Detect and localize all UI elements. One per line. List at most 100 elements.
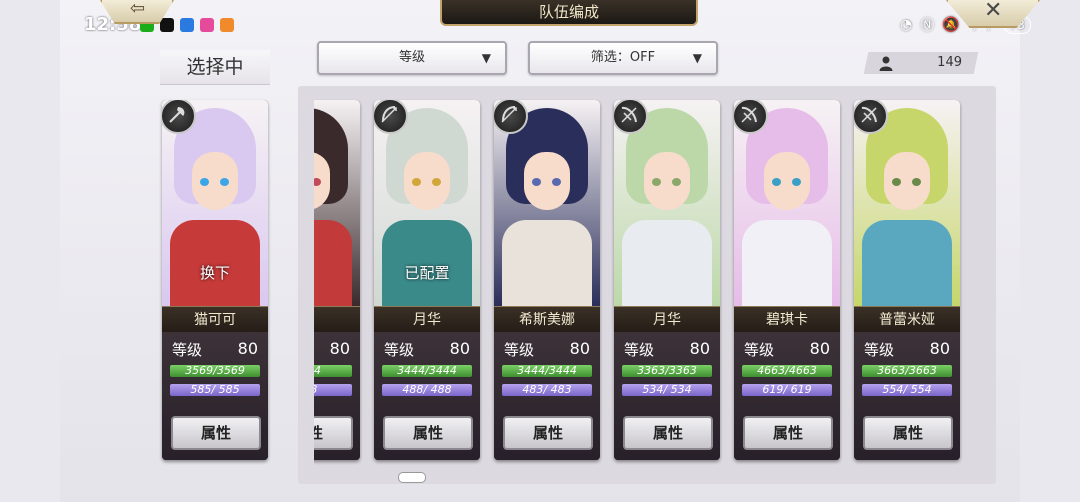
level-value: 80 xyxy=(329,339,350,358)
character-name: 希斯美娜 xyxy=(494,306,600,334)
character-stats: 等级 80 3569/3569 585/ 585 属性 xyxy=(162,332,268,460)
attributes-button[interactable]: 属性 xyxy=(863,416,953,450)
status-app-icon xyxy=(160,18,174,32)
portrait-eye xyxy=(672,178,681,186)
level-row: 等级 80 xyxy=(744,339,834,360)
portrait-eye xyxy=(912,178,921,186)
level-label: 等级 xyxy=(504,341,535,359)
character-list[interactable]: 特 等级 80 3644 413 属性 已配置 月华 等级 80 3444/34… xyxy=(314,86,980,466)
portrait-eye xyxy=(792,178,801,186)
attributes-button[interactable]: 属性 xyxy=(503,416,593,450)
card-status-overlay: 已配置 xyxy=(404,264,450,282)
character-stats: 等级 80 3363/3363 534/ 534 属性 xyxy=(614,332,720,460)
status-app-icon xyxy=(180,18,194,32)
sp-bar: 488/ 488 xyxy=(382,384,472,396)
character-stats: 等级 80 3644 413 属性 xyxy=(314,332,360,460)
hp-bar: 3444/3444 xyxy=(382,365,472,377)
portrait-eye xyxy=(552,178,561,186)
hp-bar: 3644 xyxy=(314,365,352,377)
character-stats: 等级 80 3444/3444 483/ 483 属性 xyxy=(494,332,600,460)
selected-character-card[interactable]: 换下 猫可可 等级 80 3569/3569 585/ 585 属性 xyxy=(162,100,268,460)
close-icon: ✕ xyxy=(984,0,1003,23)
level-row: 等级 80 xyxy=(314,339,354,360)
mute-icon: 🔕 xyxy=(942,17,960,33)
nfc-icon: Ⓝ xyxy=(920,18,935,34)
level-label: 等级 xyxy=(624,341,655,359)
attributes-button[interactable]: 属性 xyxy=(743,416,833,450)
portrait-body xyxy=(314,220,352,310)
portrait-eye xyxy=(652,178,661,186)
attributes-button[interactable]: 属性 xyxy=(171,416,261,450)
level-label: 等级 xyxy=(744,341,775,359)
portrait-face xyxy=(644,152,690,210)
character-name: 猫可可 xyxy=(162,306,268,334)
portrait-eye xyxy=(200,178,209,186)
portrait-body xyxy=(622,220,712,310)
portrait-face xyxy=(192,152,238,210)
hp-bar: 3569/3569 xyxy=(170,365,260,377)
portrait-eye xyxy=(432,178,441,186)
filter-dropdown-value: 筛选：OFF xyxy=(590,50,656,65)
sp-bar: 619/ 619 xyxy=(742,384,832,396)
character-name: 月华 xyxy=(374,306,480,334)
portrait-body xyxy=(502,220,592,310)
portrait-face xyxy=(404,152,450,210)
character-card[interactable]: 已配置 月华 等级 80 3444/3444 488/ 488 属性 xyxy=(374,100,480,460)
status-app-icon xyxy=(220,18,234,32)
scrollbar-thumb[interactable] xyxy=(398,472,426,483)
character-stats: 等级 80 3663/3663 554/ 554 属性 xyxy=(854,332,960,460)
character-card[interactable]: 碧琪卡 等级 80 4663/4663 619/ 619 属性 xyxy=(734,100,840,460)
character-card[interactable]: 普蕾米娅 等级 80 3663/3663 554/ 554 属性 xyxy=(854,100,960,460)
level-row: 等级 80 xyxy=(384,339,474,360)
level-value: 80 xyxy=(689,339,710,358)
hp-bar: 3663/3663 xyxy=(862,365,952,377)
level-row: 等级 80 xyxy=(624,339,714,360)
level-value: 80 xyxy=(929,339,950,358)
level-value: 80 xyxy=(449,339,470,358)
hp-bar: 4663/4663 xyxy=(742,365,832,377)
page-title: 队伍编成 xyxy=(440,0,698,26)
chevron-down-icon: ▼ xyxy=(481,51,491,65)
selecting-label: 选择中 xyxy=(160,50,270,85)
level-value: 80 xyxy=(569,339,590,358)
attributes-button[interactable]: 属性 xyxy=(314,416,353,450)
level-label: 等级 xyxy=(172,341,203,359)
character-name: 碧琪卡 xyxy=(734,306,840,334)
portrait-eye xyxy=(772,178,781,186)
attributes-button[interactable]: 属性 xyxy=(383,416,473,450)
hp-bar: 3444/3444 xyxy=(502,365,592,377)
character-stats: 等级 80 4663/4663 619/ 619 属性 xyxy=(734,332,840,460)
portrait-face xyxy=(524,152,570,210)
character-stats: 等级 80 3444/3444 488/ 488 属性 xyxy=(374,332,480,460)
level-label: 等级 xyxy=(864,341,895,359)
filter-dropdown[interactable]: 筛选：OFF ▼ xyxy=(528,41,718,75)
sort-dropdown-value: 等级 xyxy=(398,50,425,65)
sp-bar: 483/ 483 xyxy=(502,384,592,396)
member-count: 149 xyxy=(937,55,962,70)
person-icon xyxy=(879,56,893,71)
sort-dropdown[interactable]: 等级 ▼ xyxy=(317,41,507,75)
character-name: 普蕾米娅 xyxy=(854,306,960,334)
hp-bar: 3363/3363 xyxy=(622,365,712,377)
signal-icon: ◔ xyxy=(900,17,913,33)
level-row: 等级 80 xyxy=(864,339,954,360)
portrait-eye xyxy=(220,178,229,186)
character-portrait xyxy=(314,100,360,310)
portrait-eye xyxy=(532,178,541,186)
character-name: 特 xyxy=(314,306,360,334)
chevron-down-icon: ▼ xyxy=(692,51,702,65)
back-arrow-icon: ⇦ xyxy=(130,0,146,19)
portrait-face xyxy=(764,152,810,210)
character-card[interactable]: 月华 等级 80 3363/3363 534/ 534 属性 xyxy=(614,100,720,460)
sp-bar: 534/ 534 xyxy=(622,384,712,396)
character-card[interactable]: 希斯美娜 等级 80 3444/3444 483/ 483 属性 xyxy=(494,100,600,460)
character-card[interactable]: 特 等级 80 3644 413 属性 xyxy=(314,100,360,460)
portrait-body xyxy=(742,220,832,310)
level-row: 等级 80 xyxy=(504,339,594,360)
level-row: 等级 80 xyxy=(172,339,262,360)
attributes-button[interactable]: 属性 xyxy=(623,416,713,450)
sp-bar: 554/ 554 xyxy=(862,384,952,396)
status-app-icon xyxy=(200,18,214,32)
card-status-overlay: 换下 xyxy=(199,264,230,282)
portrait-face xyxy=(884,152,930,210)
